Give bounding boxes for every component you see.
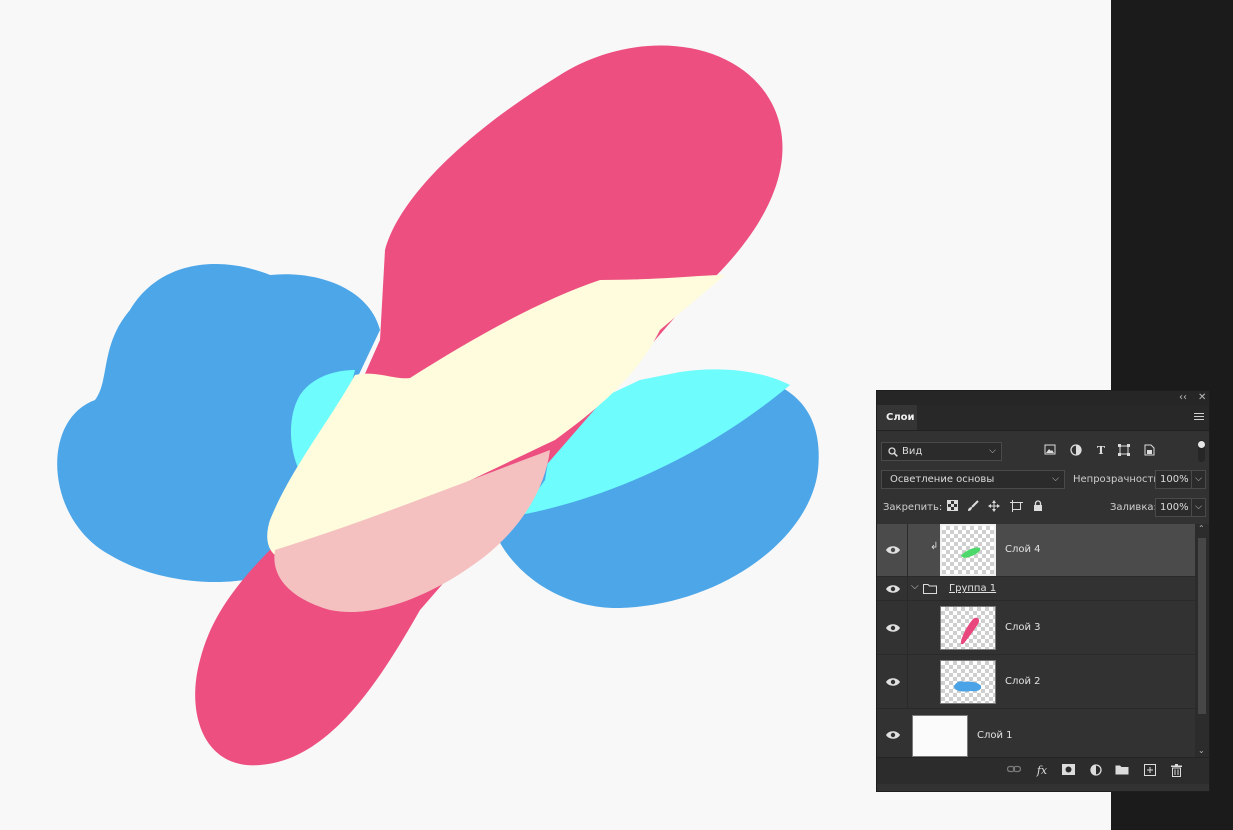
layer-filter-select[interactable]: Вид ⌵ — [881, 442, 1002, 461]
fill-value: 100% — [1160, 502, 1189, 513]
eye-icon[interactable] — [885, 623, 901, 633]
image-icon[interactable] — [1043, 444, 1057, 458]
group-name[interactable]: Группа 1 — [949, 583, 996, 594]
chevron-down-icon[interactable]: ⌵ — [911, 581, 919, 592]
lock-transparent-pixels-icon[interactable] — [945, 500, 959, 514]
blend-mode-value: Осветление основы — [890, 474, 995, 485]
new-group-icon[interactable] — [1115, 764, 1129, 778]
blend-mode-select[interactable]: Осветление основы ⌵ — [881, 470, 1065, 489]
lock-all-icon[interactable] — [1031, 500, 1045, 514]
folder-icon — [923, 584, 937, 594]
layers-bottom-toolbar: fx — [877, 757, 1209, 784]
clipping-mask-arrow-icon: ↲ — [930, 541, 939, 552]
layer-thumbnail — [940, 606, 996, 650]
tab-layers[interactable]: Слои — [877, 405, 917, 430]
lock-position-icon[interactable] — [987, 500, 1001, 514]
panel-title-strip: ‹‹ ✕ — [877, 391, 1209, 405]
layer-row-sloy-3[interactable]: Слой 3 — [877, 601, 1195, 655]
panel-menu-icon[interactable] — [1194, 413, 1204, 421]
chevron-down-icon[interactable]: ⌵ — [1191, 499, 1202, 516]
fill-label: Заливка: — [1110, 502, 1157, 513]
layer-row-sloy-1[interactable]: Слой 1 — [877, 709, 1195, 757]
layers-panel: ‹‹ ✕ Слои Вид ⌵ T Осветление основы ⌵ Не… — [876, 390, 1210, 792]
opacity-input[interactable]: 100% ⌵ — [1155, 470, 1206, 489]
eye-icon[interactable] — [885, 677, 901, 687]
layer-row-gruppa-1[interactable]: ⌵ Группа 1 — [877, 577, 1195, 601]
fill-input[interactable]: 100% ⌵ — [1155, 498, 1206, 517]
search-icon — [888, 447, 898, 457]
layer-name[interactable]: Слой 1 — [977, 730, 1013, 741]
scrollbar-thumb[interactable] — [1198, 538, 1206, 714]
layer-thumbnail — [940, 660, 996, 704]
artboard-lock-icon[interactable] — [1009, 500, 1023, 514]
eye-icon[interactable] — [885, 584, 901, 594]
green-stroke-thumb — [961, 547, 981, 558]
filter-value: Вид — [902, 446, 923, 457]
chevron-down-icon: ⌵ — [989, 446, 996, 456]
scroll-down-icon[interactable]: ⌄ — [1198, 746, 1205, 755]
layer-name[interactable]: Слой 3 — [1005, 622, 1041, 633]
lock-image-pixels-icon[interactable] — [966, 500, 980, 514]
smart-object-icon[interactable] — [1142, 444, 1156, 458]
delete-icon[interactable] — [1169, 764, 1183, 778]
type-icon[interactable]: T — [1094, 444, 1108, 458]
blue-stroke-thumb — [954, 681, 982, 692]
layer-thumbnail — [912, 715, 968, 757]
layer-thumbnail — [940, 524, 996, 576]
transform-icon[interactable] — [1117, 444, 1131, 458]
chevron-down-icon[interactable]: ⌵ — [1191, 471, 1202, 488]
layer-row-sloy-2[interactable]: Слой 2 — [877, 655, 1195, 709]
adjustment-icon[interactable] — [1069, 444, 1083, 458]
eye-icon[interactable] — [885, 730, 901, 740]
close-icon[interactable]: ✕ — [1198, 392, 1206, 404]
link-layers-icon[interactable] — [1006, 764, 1022, 778]
eye-icon[interactable] — [885, 545, 901, 555]
chevron-down-icon: ⌵ — [1052, 474, 1059, 484]
opacity-value: 100% — [1160, 474, 1189, 485]
opacity-label: Непрозрачность: — [1073, 474, 1163, 485]
lock-label: Закрепить: — [883, 502, 943, 513]
layers-scrollbar[interactable]: ⌃ ⌄ — [1195, 524, 1209, 757]
scroll-up-icon[interactable]: ⌃ — [1198, 524, 1205, 533]
collapse-icon[interactable]: ‹‹ — [1179, 392, 1187, 404]
adjustment-layer-icon[interactable] — [1089, 764, 1103, 778]
filter-toggle-switch[interactable] — [1198, 440, 1205, 462]
layer-name[interactable]: Слой 4 — [1005, 544, 1041, 555]
fx-icon[interactable]: fx — [1035, 764, 1049, 778]
pink-stroke-thumb — [960, 617, 980, 645]
new-layer-icon[interactable] — [1143, 764, 1157, 778]
layer-mask-icon[interactable] — [1061, 764, 1075, 778]
layer-row-sloy-4[interactable]: ↲ Слой 4 — [877, 524, 1195, 577]
layer-name[interactable]: Слой 2 — [1005, 676, 1041, 687]
panel-tab-bar: Слои — [877, 405, 1209, 431]
